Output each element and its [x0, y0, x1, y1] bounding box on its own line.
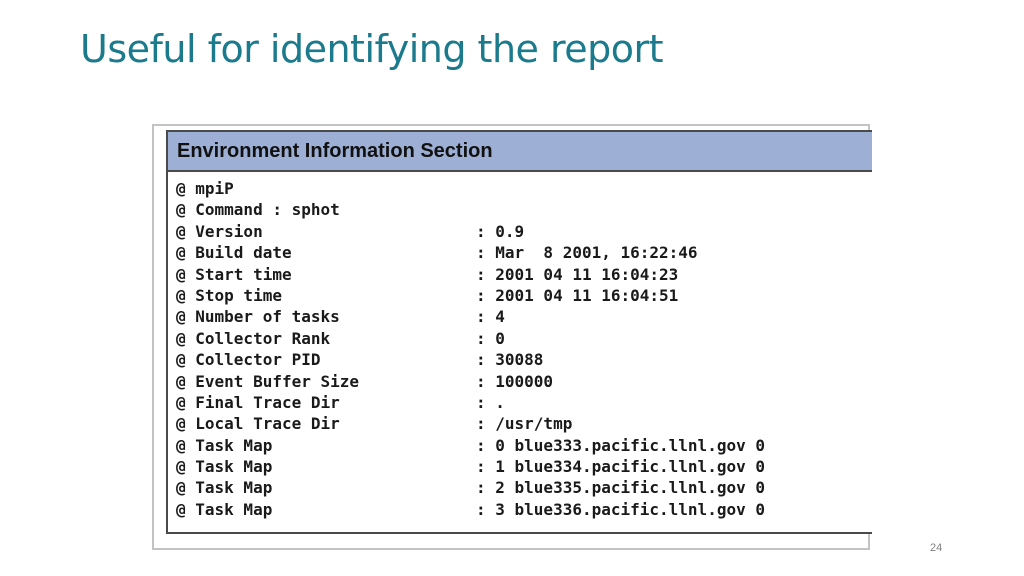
env-row-local-trace-dir: @ Local Trace Dir : /usr/tmp [176, 413, 872, 434]
env-value: : 4 [476, 307, 505, 327]
env-row-task-map: @ Task Map : 0 blue333.pacific.llnl.gov … [176, 435, 872, 456]
env-value: : 3 blue336.pacific.llnl.gov 0 [476, 499, 765, 519]
env-label: @ Stop time [176, 285, 282, 305]
env-label: @ Event Buffer Size [176, 371, 360, 391]
env-value: : 30088 [476, 350, 544, 370]
env-value: : Mar 8 2001, 16:22:46 [476, 243, 698, 263]
env-label: @ Number of tasks [176, 307, 340, 327]
env-value: : 2 blue335.pacific.llnl.gov 0 [476, 478, 765, 498]
report-screenshot: Environment Information Section @ mpiP @… [152, 124, 872, 550]
env-row-command: @ Command : sphot [176, 199, 872, 220]
env-row-event-buffer-size: @ Event Buffer Size : 100000 [176, 371, 872, 392]
env-row-collector-pid: @ Collector PID : 30088 [176, 349, 872, 370]
env-label: @ Local Trace Dir [176, 414, 340, 434]
slide-title: Useful for identifying the report [80, 27, 664, 71]
env-label: @ Command : sphot [176, 200, 340, 220]
panel-body: @ mpiP @ Command : sphot @ Version : 0.9… [168, 172, 872, 520]
env-label: @ Task Map [176, 435, 273, 455]
env-row-final-trace-dir: @ Final Trace Dir : . [176, 392, 872, 413]
env-label: @ Version [176, 221, 263, 241]
env-value: : 2001 04 11 16:04:23 [476, 264, 679, 284]
env-value: : 2001 04 11 16:04:51 [476, 285, 679, 305]
env-value: : 0.9 [476, 221, 525, 241]
env-value: : /usr/tmp [476, 414, 573, 434]
env-row-task-map: @ Task Map : 2 blue335.pacific.llnl.gov … [176, 477, 872, 498]
env-label: @ Collector PID [176, 350, 321, 370]
env-label: @ Start time [176, 264, 292, 284]
env-row-collector-rank: @ Collector Rank : 0 [176, 328, 872, 349]
env-row-number-of-tasks: @ Number of tasks : 4 [176, 306, 872, 327]
env-label: @ Task Map [176, 457, 273, 477]
env-row-start-time: @ Start time : 2001 04 11 16:04:23 [176, 264, 872, 285]
env-value: : 0 blue333.pacific.llnl.gov 0 [476, 435, 765, 455]
env-label: @ Task Map [176, 478, 273, 498]
env-row-mpip: @ mpiP [176, 178, 872, 199]
env-row-build-date: @ Build date : Mar 8 2001, 16:22:46 [176, 242, 872, 263]
env-label: @ Final Trace Dir [176, 392, 340, 412]
env-value: : 100000 [476, 371, 554, 391]
env-row-task-map: @ Task Map : 3 blue336.pacific.llnl.gov … [176, 499, 872, 520]
env-value: : . [476, 392, 505, 412]
env-row-task-map: @ Task Map : 1 blue334.pacific.llnl.gov … [176, 456, 872, 477]
env-row-version: @ Version : 0.9 [176, 221, 872, 242]
env-value: : 1 blue334.pacific.llnl.gov 0 [476, 457, 765, 477]
panel-header: Environment Information Section [168, 132, 872, 172]
env-label: @ Task Map [176, 499, 273, 519]
page-number: 24 [930, 542, 943, 554]
env-label: @ mpiP [176, 179, 234, 198]
env-label: @ Collector Rank [176, 328, 331, 348]
env-row-stop-time: @ Stop time : 2001 04 11 16:04:51 [176, 285, 872, 306]
environment-info-panel: Environment Information Section @ mpiP @… [166, 130, 872, 534]
env-label: @ Build date [176, 243, 292, 263]
env-value: : 0 [476, 328, 505, 348]
